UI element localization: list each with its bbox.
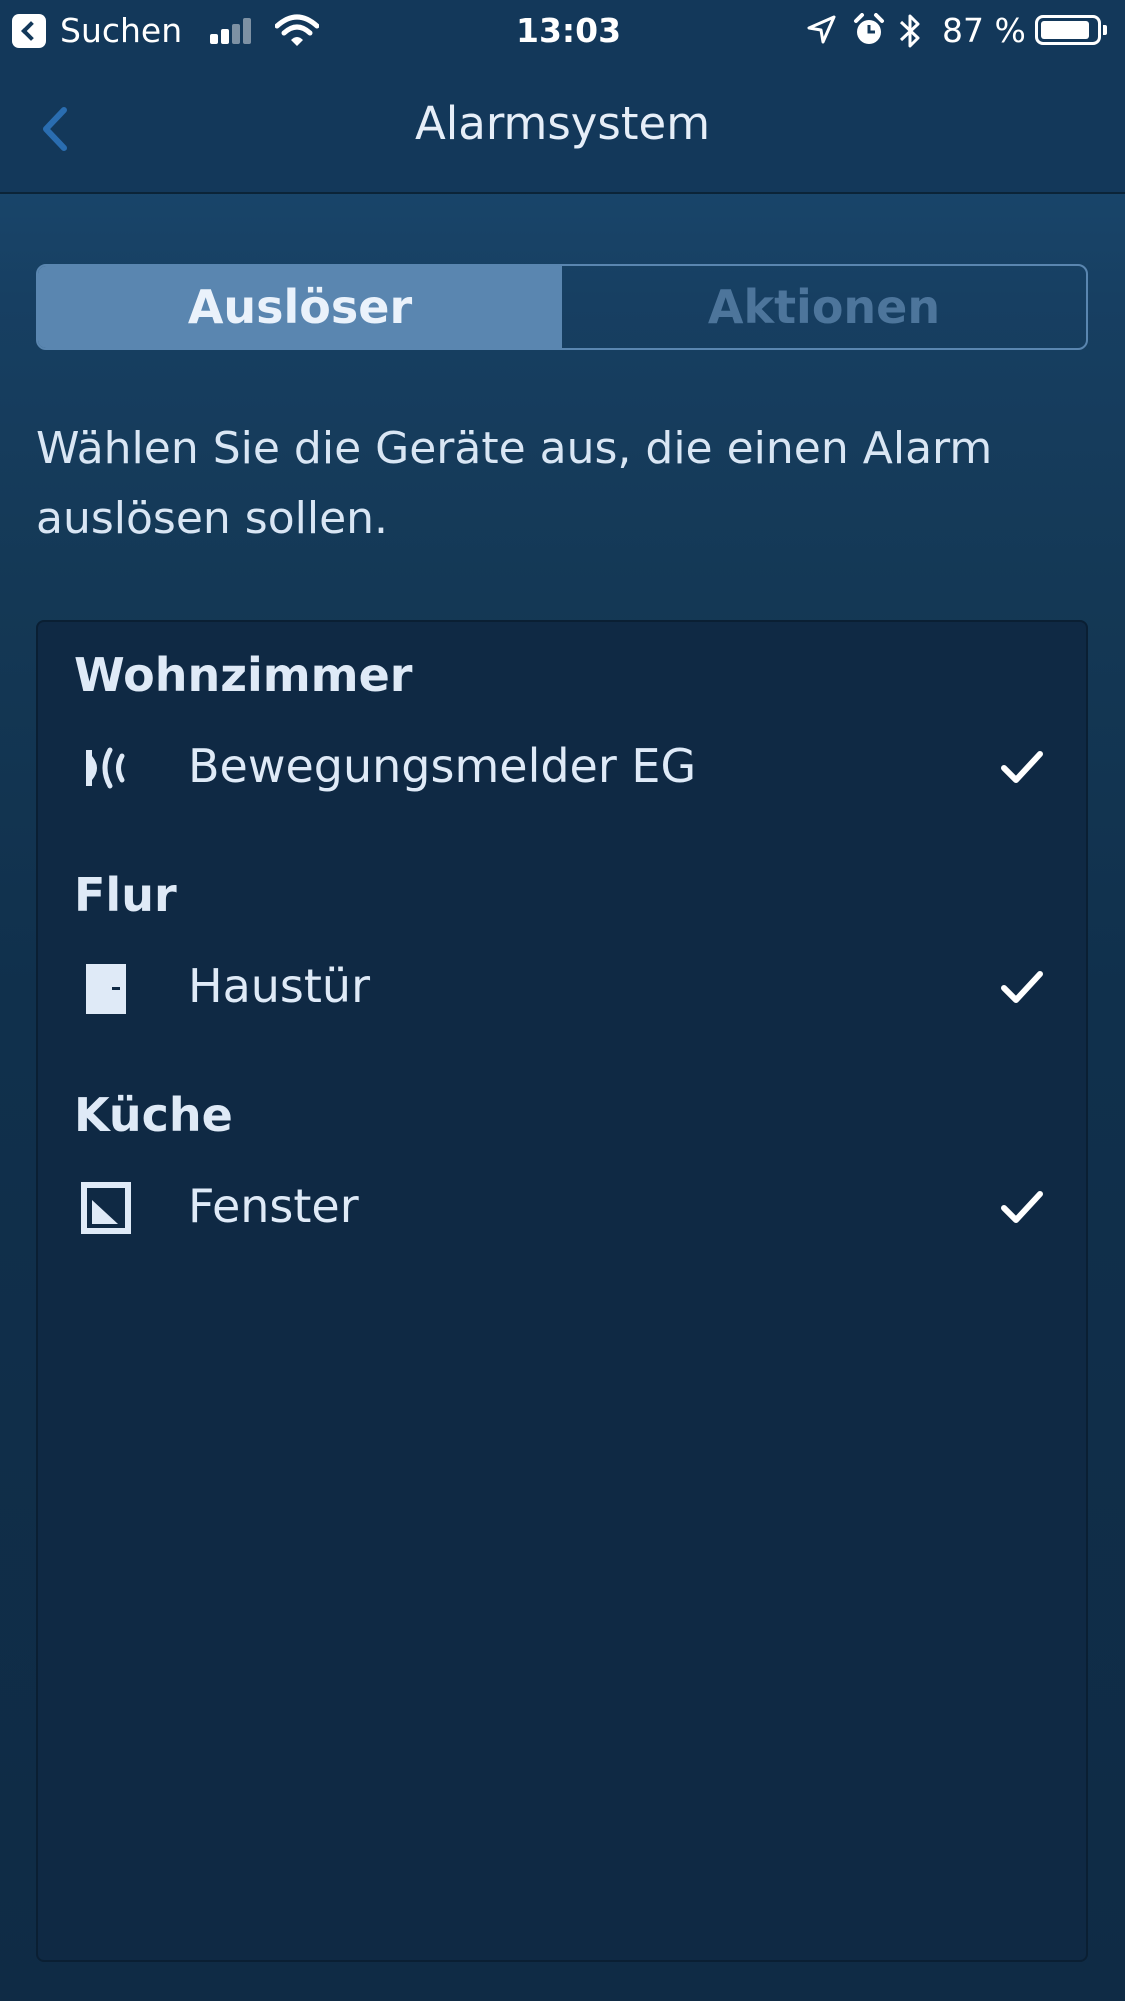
checkmark-icon	[1001, 971, 1043, 1003]
back-app-icon[interactable]	[12, 14, 46, 48]
motion-sensor-icon	[86, 747, 125, 789]
device-label: Haustür	[188, 959, 371, 1013]
device-label: Bewegungsmelder EG	[188, 739, 697, 793]
door-icon	[86, 964, 126, 1014]
device-row-haustuer[interactable]: Haustür	[38, 942, 1086, 1032]
room-heading-wohnzimmer: Wohnzimmer	[74, 648, 413, 702]
room-heading-flur: Flur	[74, 868, 177, 922]
device-label: Fenster	[188, 1179, 359, 1233]
battery-percent: 87 %	[942, 11, 1026, 50]
battery-icon	[1035, 15, 1107, 45]
screen: Suchen 13:03 87 % Alarmsystem Auslöser A…	[0, 0, 1125, 2001]
wifi-icon	[275, 14, 319, 46]
status-time: 13:03	[516, 11, 622, 50]
nav-bar: Alarmsystem	[0, 62, 1125, 194]
alarm-clock-icon	[854, 13, 884, 44]
device-list-panel: Wohnzimmer Bewegungsmelder EG Flur Haust…	[36, 620, 1088, 1962]
page-title: Alarmsystem	[414, 97, 711, 150]
instruction-text: Wählen Sie die Geräte aus, die einen Ala…	[36, 423, 993, 544]
device-row-bewegungsmelder[interactable]: Bewegungsmelder EG	[38, 722, 1086, 812]
checkmark-icon	[1001, 751, 1043, 783]
segmented-control: Auslöser Aktionen	[36, 264, 1088, 350]
checkmark-icon	[1001, 1191, 1043, 1223]
tab-ausloeser[interactable]: Auslöser	[38, 266, 562, 348]
signal-icon	[210, 18, 260, 44]
location-arrow-icon	[807, 15, 836, 44]
window-icon	[81, 1182, 131, 1234]
status-bar: Suchen 13:03 87 %	[0, 0, 1125, 62]
device-row-fenster[interactable]: Fenster	[38, 1162, 1086, 1252]
back-app-label[interactable]: Suchen	[60, 10, 182, 52]
tab-aktionen[interactable]: Aktionen	[562, 266, 1086, 348]
room-heading-kueche: Küche	[74, 1088, 233, 1142]
bluetooth-icon	[899, 14, 920, 48]
